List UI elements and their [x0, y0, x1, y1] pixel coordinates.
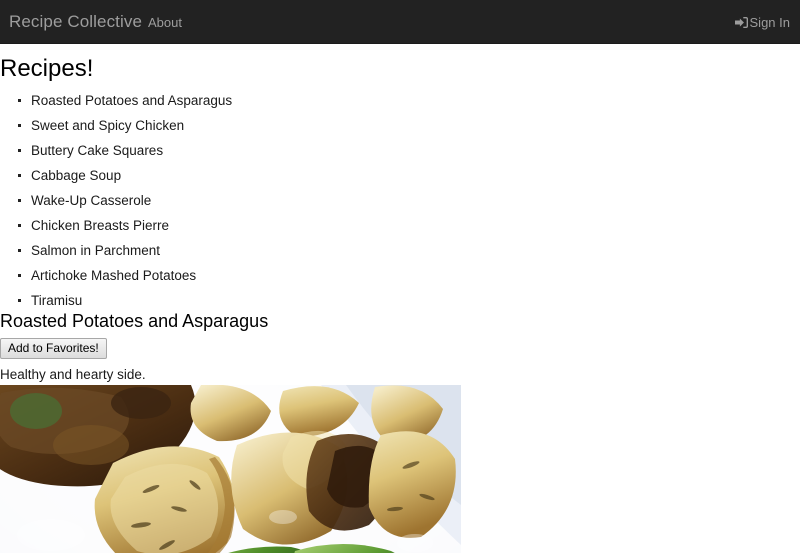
- list-item[interactable]: Salmon in Parchment: [0, 238, 232, 263]
- recipe-link[interactable]: Artichoke Mashed Potatoes: [31, 268, 196, 283]
- bullet-icon: [18, 124, 21, 127]
- list-item[interactable]: Chicken Breasts Pierre: [0, 213, 232, 238]
- recipe-description: Healthy and hearty side.: [0, 367, 146, 382]
- recipe-link[interactable]: Roasted Potatoes and Asparagus: [31, 93, 232, 108]
- list-item[interactable]: Cabbage Soup: [0, 163, 232, 188]
- bullet-icon: [18, 249, 21, 252]
- bullet-icon: [18, 224, 21, 227]
- list-item[interactable]: Artichoke Mashed Potatoes: [0, 263, 232, 288]
- bullet-icon: [18, 199, 21, 202]
- recipe-link[interactable]: Salmon in Parchment: [31, 243, 160, 258]
- recipe-photo: [0, 385, 461, 553]
- sign-in-icon: [734, 16, 748, 29]
- bullet-icon: [18, 299, 21, 302]
- page-content: Recipes! Roasted Potatoes and Asparagus …: [0, 44, 800, 553]
- top-navbar: Recipe Collective About Sign In: [0, 0, 800, 44]
- brand-link[interactable]: Recipe Collective: [9, 11, 142, 33]
- recipe-link[interactable]: Chicken Breasts Pierre: [31, 218, 169, 233]
- recipe-link[interactable]: Buttery Cake Squares: [31, 143, 163, 158]
- bullet-icon: [18, 149, 21, 152]
- list-item[interactable]: Wake-Up Casserole: [0, 188, 232, 213]
- list-item[interactable]: Buttery Cake Squares: [0, 138, 232, 163]
- bullet-icon: [18, 274, 21, 277]
- bullet-icon: [18, 99, 21, 102]
- recipe-link[interactable]: Sweet and Spicy Chicken: [31, 118, 184, 133]
- list-item[interactable]: Sweet and Spicy Chicken: [0, 113, 232, 138]
- page-title: Recipes!: [0, 55, 94, 82]
- recipe-link[interactable]: Tiramisu: [31, 293, 82, 308]
- sign-in-label: Sign In: [749, 15, 790, 30]
- bullet-icon: [18, 174, 21, 177]
- recipe-link[interactable]: Cabbage Soup: [31, 168, 121, 183]
- recipe-detail-title: Roasted Potatoes and Asparagus: [0, 311, 269, 331]
- recipe-link[interactable]: Wake-Up Casserole: [31, 193, 151, 208]
- nav-item-about[interactable]: About: [148, 14, 182, 31]
- recipe-list: Roasted Potatoes and Asparagus Sweet and…: [0, 88, 232, 313]
- list-item[interactable]: Roasted Potatoes and Asparagus: [0, 88, 232, 113]
- nav-item-sign-in[interactable]: Sign In: [734, 14, 790, 31]
- add-to-favorites-button[interactable]: Add to Favorites!: [0, 338, 107, 359]
